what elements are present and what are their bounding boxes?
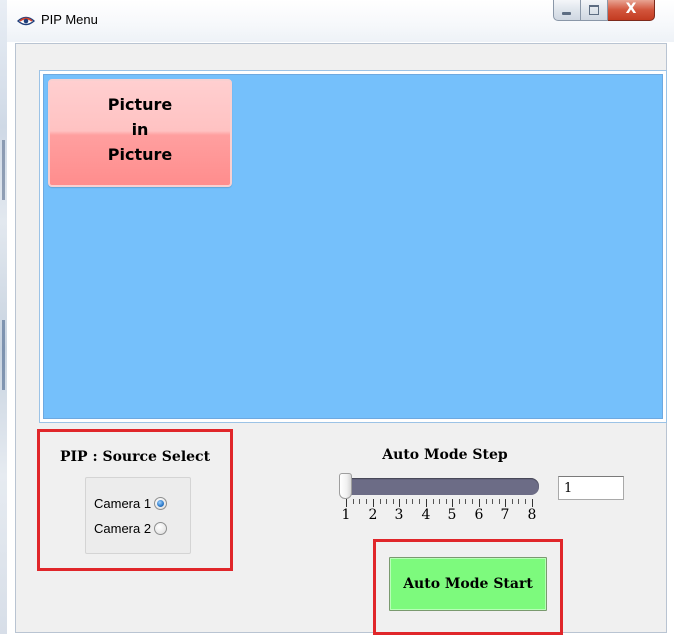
slider-tick-major [426, 499, 427, 507]
slider-tick-label: 7 [500, 507, 510, 523]
pip-menu-window: PIP Menu X Picture in Picture PIP : Sour… [7, 0, 674, 635]
slider-tick-minor [419, 499, 420, 504]
slider-tick-label: 6 [474, 507, 484, 523]
client-area: Picture in Picture PIP : Source Select C… [15, 43, 667, 635]
slider-tick-major [505, 499, 506, 507]
slider-tick-minor [512, 499, 513, 504]
slider-tick-label: 8 [527, 507, 537, 523]
slider-tick-minor [386, 499, 387, 504]
slider-tick-minor [366, 499, 367, 504]
auto-mode-step-title: Auto Mode Step [382, 447, 508, 463]
source-select-group: PIP : Source Select Camera 1 Camera 2 [37, 429, 233, 571]
slider-tick-major [346, 499, 347, 507]
slider-tick-minor [486, 499, 487, 504]
slider-tick-label: 2 [368, 507, 378, 523]
slider-thumb[interactable] [339, 473, 352, 499]
slider-tick-major [452, 499, 453, 507]
camera-2-label: Camera 2 [94, 520, 152, 536]
auto-mode-start-button[interactable]: Auto Mode Start [389, 557, 547, 611]
pip-preview-frame: Picture in Picture [39, 70, 667, 423]
pip-badge-label: Picture in Picture [107, 95, 173, 164]
slider-tick-major [532, 499, 533, 507]
eye-icon [16, 14, 36, 26]
slider-tick-label: 3 [394, 507, 404, 523]
slider-tick-minor [465, 499, 466, 504]
pip-preview[interactable]: Picture in Picture [43, 74, 663, 419]
slider-tick-minor [412, 499, 413, 504]
slider-tick-minor [446, 499, 447, 504]
camera-1-radio[interactable]: Camera 1 [94, 493, 168, 513]
slider-tick-major [373, 499, 374, 507]
slider-tick-minor [518, 499, 519, 504]
slider-tick-labels: 1 23 45 67 8 [342, 507, 538, 525]
source-select-title: PIP : Source Select [59, 449, 211, 465]
camera-2-radio-button[interactable] [154, 521, 168, 535]
slider-tick-minor [459, 499, 460, 504]
slider-tick-label: 1 [341, 507, 351, 523]
close-icon: X [625, 1, 637, 17]
auto-mode-step-value[interactable]: 1 [558, 476, 624, 500]
slider-tick-minor [492, 499, 493, 504]
slider-tick-minor [359, 499, 360, 504]
slider-tick-minor [439, 499, 440, 504]
camera-1-radio-button[interactable] [154, 496, 168, 510]
source-radio-panel: Camera 1 Camera 2 [85, 477, 191, 554]
close-button[interactable]: X [608, 0, 655, 21]
auto-mode-start-highlight: Auto Mode Start [373, 539, 563, 635]
slider-tick-minor [380, 499, 381, 504]
auto-mode-step-slider[interactable] [341, 478, 539, 495]
slider-tick-minor [353, 499, 354, 504]
camera-2-radio[interactable]: Camera 2 [94, 518, 168, 538]
slider-tick-major [479, 499, 480, 507]
title-bar[interactable]: PIP Menu X [7, 0, 674, 42]
slider-tick-minor [393, 499, 394, 504]
window-title: PIP Menu [41, 12, 98, 27]
slider-tick-minor [433, 499, 434, 504]
maximize-button[interactable] [581, 0, 608, 21]
slider-tick-label: 5 [447, 507, 457, 523]
slider-tick-minor [406, 499, 407, 504]
minimize-button[interactable] [553, 0, 581, 21]
slider-tick-minor [525, 499, 526, 504]
camera-1-label: Camera 1 [94, 495, 152, 511]
caption-buttons: X [553, 0, 655, 22]
pip-badge[interactable]: Picture in Picture [48, 79, 232, 187]
slider-tick-minor [472, 499, 473, 504]
slider-tick-label: 4 [421, 507, 431, 523]
slider-tick-major [399, 499, 400, 507]
slider-tick-minor [499, 499, 500, 504]
desktop-edge [0, 0, 7, 634]
